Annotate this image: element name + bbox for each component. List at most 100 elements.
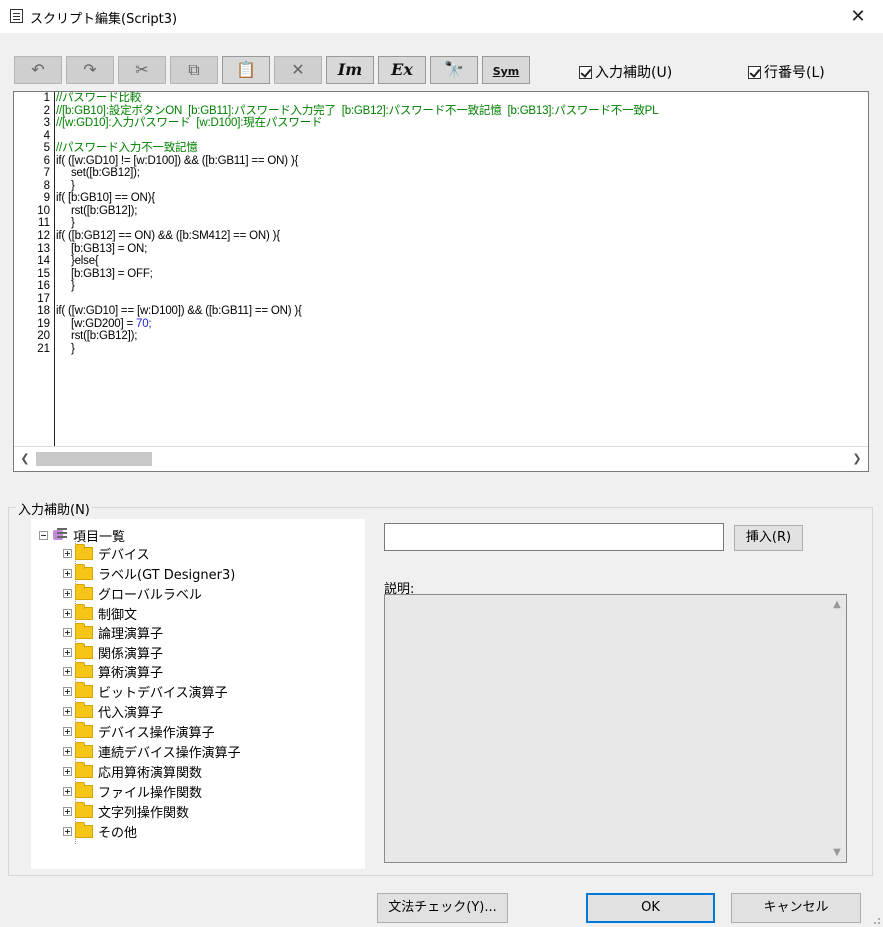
scroll-down-icon[interactable]: ▼ xyxy=(828,847,846,858)
line-number: 20 xyxy=(37,330,50,343)
folder-icon xyxy=(75,563,93,580)
expand-icon[interactable] xyxy=(63,647,72,657)
tree-item[interactable]: 連続デバイス操作演算子 xyxy=(63,741,241,761)
line-number: 12 xyxy=(37,230,50,243)
insert-button[interactable]: 挿入(R) xyxy=(734,525,803,551)
code-line: if( ([w:GD10] == [w:D100]) && ([b:GB11] … xyxy=(56,305,302,318)
code-line: [w:GD200] = 70; xyxy=(56,318,866,331)
collapse-icon[interactable] xyxy=(39,530,48,540)
tree-item[interactable]: グローバルラベル xyxy=(63,583,202,603)
script-editor[interactable]: 1 2 3 4 5 6 7 8 9 10 11 12 13 14 15 16 1… xyxy=(13,91,869,472)
tree-item[interactable]: 算術演算子 xyxy=(63,661,163,681)
expand-icon[interactable] xyxy=(63,806,72,816)
tree-item[interactable]: ファイル操作関数 xyxy=(63,781,202,801)
symbol-button[interactable]: Sym xyxy=(482,56,530,84)
ok-button[interactable]: OK xyxy=(586,893,715,923)
line-number: 18 xyxy=(37,305,50,318)
code-line: if( ([b:GB12] == ON) && ([b:SM412] == ON… xyxy=(56,230,280,243)
undo-icon: ↶ xyxy=(31,60,45,79)
paste-button[interactable]: 📋 xyxy=(222,56,270,84)
tree-item-label: 代入演算子 xyxy=(98,705,164,721)
resize-grip-icon[interactable] xyxy=(871,915,881,925)
item-list-icon xyxy=(51,528,69,542)
copy-button[interactable]: ⧉ xyxy=(170,56,218,84)
tree-item-label: 関係演算子 xyxy=(98,646,164,662)
expand-icon[interactable] xyxy=(63,706,72,716)
expand-icon[interactable] xyxy=(63,588,72,598)
expand-icon[interactable] xyxy=(63,686,72,696)
close-button[interactable]: ✕ xyxy=(843,3,873,30)
expand-icon[interactable] xyxy=(63,608,72,618)
copy-icon: ⧉ xyxy=(188,60,200,79)
insert-ex-button[interactable]: Ex xyxy=(378,56,426,84)
find-button[interactable]: 🔭 xyxy=(430,56,478,84)
scroll-right-icon[interactable]: ❯ xyxy=(848,451,866,467)
expand-icon[interactable] xyxy=(63,746,72,756)
tree-item-label: 連続デバイス操作演算子 xyxy=(98,745,241,761)
tree-item[interactable]: 論理演算子 xyxy=(63,622,164,642)
folder-icon xyxy=(75,661,93,678)
tree-root[interactable]: 項目一覧 xyxy=(39,527,125,545)
horizontal-scrollbar[interactable]: ❮ ❯ xyxy=(14,446,868,471)
code-text: [w:GD200] = xyxy=(56,317,137,330)
tree-item[interactable]: 関係演算子 xyxy=(63,642,164,662)
expand-icon[interactable] xyxy=(63,548,72,558)
tree-item[interactable]: 応用算術演算関数 xyxy=(63,761,202,781)
folder-icon xyxy=(75,741,93,758)
code-line: } xyxy=(56,217,75,230)
tree-item-label: デバイス操作演算子 xyxy=(98,725,215,741)
cut-button[interactable]: ✂ xyxy=(118,56,166,84)
line-number: 11 xyxy=(38,217,50,230)
expand-icon[interactable] xyxy=(63,826,72,836)
syntax-check-button[interactable]: 文法チェック(Y)... xyxy=(377,893,508,923)
delete-button[interactable]: ✕ xyxy=(274,56,322,84)
tree-item[interactable]: 文字列操作関数 xyxy=(63,801,189,821)
code-line: if( ([w:GD10] != [w:D100]) && ([b:GB11] … xyxy=(56,154,299,167)
expand-icon[interactable] xyxy=(63,786,72,796)
vertical-scrollbar[interactable]: ▲ ▼ xyxy=(828,595,846,862)
tree-item[interactable]: 代入演算子 xyxy=(63,701,164,721)
line-number-gutter: 1 2 3 4 5 6 7 8 9 10 11 12 13 14 15 16 1… xyxy=(14,92,55,447)
delete-icon: ✕ xyxy=(291,60,305,79)
tree-item[interactable]: デバイス操作演算子 xyxy=(63,721,215,741)
line-number: 7 xyxy=(43,167,50,180)
tree-item[interactable]: その他 xyxy=(63,821,137,841)
title-bar: スクリプト編集(Script3) ✕ xyxy=(0,0,883,33)
code-area[interactable]: //パスワード比較 //[b:GB10]:設定ボタンON [b:GB11]:パス… xyxy=(56,92,866,447)
sym-icon: Sym xyxy=(492,65,520,78)
scrollbar-thumb[interactable] xyxy=(36,452,152,466)
input-assist-checkbox[interactable]: 入力補助(U) xyxy=(579,62,672,82)
folder-icon xyxy=(75,642,93,659)
code-line: if( [b:GB10] == ON){ xyxy=(56,192,155,205)
expand-icon[interactable] xyxy=(63,627,72,637)
expand-icon[interactable] xyxy=(63,726,72,736)
redo-icon: ↷ xyxy=(83,60,97,79)
code-line: rst([b:GB12]); xyxy=(56,204,138,217)
tree-item[interactable]: デバイス xyxy=(63,543,150,563)
scroll-up-icon[interactable]: ▲ xyxy=(828,599,846,610)
line-number: 21 xyxy=(37,342,50,355)
insert-text-input[interactable] xyxy=(384,523,724,551)
item-tree[interactable]: 項目一覧 デバイス ラベル(GT Designer3) グローバルラベル 制御文… xyxy=(31,519,365,869)
undo-button[interactable]: ↶ xyxy=(14,56,62,84)
tree-item-label: 論理演算子 xyxy=(98,626,164,642)
redo-button[interactable]: ↷ xyxy=(66,56,114,84)
folder-icon xyxy=(75,701,93,718)
tree-item[interactable]: ビットデバイス演算子 xyxy=(63,681,228,701)
expand-icon[interactable] xyxy=(63,568,72,578)
scroll-left-icon[interactable]: ❮ xyxy=(16,451,34,467)
line-number: 9 xyxy=(43,192,50,205)
line-number: 10 xyxy=(37,204,50,217)
line-number-checkbox[interactable]: 行番号(L) xyxy=(748,62,825,82)
tree-item[interactable]: ラベル(GT Designer3) xyxy=(63,563,235,583)
cancel-button[interactable]: キャンセル xyxy=(731,893,861,923)
code-line: [b:GB13] = OFF; xyxy=(56,267,153,280)
code-line: //パスワード比較 xyxy=(56,92,142,104)
code-line: } xyxy=(56,280,75,293)
expand-icon[interactable] xyxy=(63,666,72,676)
insert-im-button[interactable]: Im xyxy=(326,56,374,84)
line-number: 4 xyxy=(43,129,50,142)
code-line: } xyxy=(56,342,75,355)
expand-icon[interactable] xyxy=(63,766,72,776)
tree-item[interactable]: 制御文 xyxy=(63,603,137,623)
